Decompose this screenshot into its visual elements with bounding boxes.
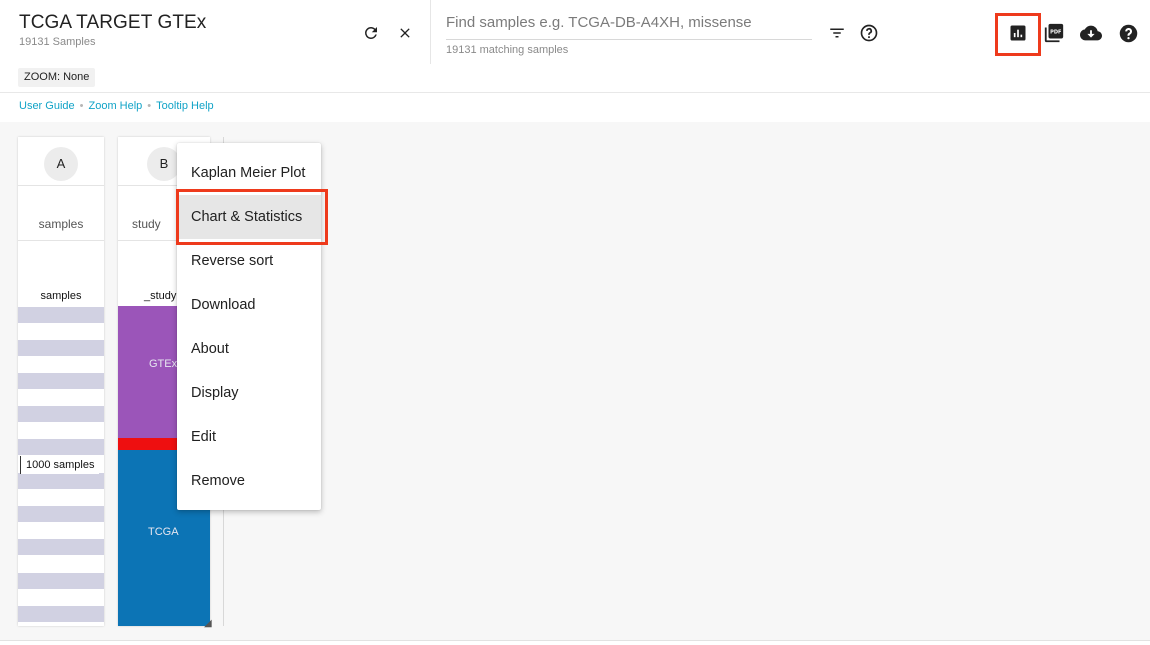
zoom-bar: ZOOM: None [0, 64, 1150, 93]
column-a[interactable]: A samples samples [18, 137, 104, 626]
menu-item-chart-statistics[interactable]: Chart & Statistics [177, 195, 321, 239]
refresh-icon[interactable] [360, 22, 382, 44]
column-subtitle: samples [40, 290, 82, 302]
sample-stripe[interactable] [18, 373, 104, 389]
help-links: User Guide • Zoom Help • Tooltip Help [19, 100, 214, 112]
menu-item-display[interactable]: Display [177, 371, 321, 415]
close-icon[interactable] [394, 22, 416, 44]
column-context-menu: Kaplan Meier Plot Chart & Statistics Rev… [177, 143, 321, 510]
column-letter: B [147, 147, 181, 181]
zoom-help-link[interactable]: Zoom Help [89, 100, 143, 112]
filter-icon[interactable] [826, 22, 848, 44]
menu-item-remove[interactable]: Remove [177, 459, 321, 503]
app-title: TCGA TARGET GTEx [19, 12, 207, 33]
menu-item-kaplan-meier-plot[interactable]: Kaplan Meier Plot [177, 151, 321, 195]
column-letter: A [44, 147, 78, 181]
column-divider [18, 240, 104, 241]
menu-item-download[interactable]: Download [177, 283, 321, 327]
svg-text:PDF: PDF [1050, 29, 1062, 35]
sample-count: 19131 Samples [19, 36, 96, 48]
sample-stripe[interactable] [18, 406, 104, 422]
sample-stripe[interactable] [18, 573, 104, 589]
sample-stripe[interactable] [18, 340, 104, 356]
cloud-download-icon[interactable] [1080, 22, 1102, 44]
segment-label: TCGA [148, 526, 179, 538]
search-input[interactable] [446, 12, 812, 40]
menu-item-reverse-sort[interactable]: Reverse sort [177, 239, 321, 283]
column-divider [18, 185, 104, 186]
link-separator: • [147, 100, 152, 112]
samples-tooltip: 1000 samples [20, 456, 99, 474]
menu-item-edit[interactable]: Edit [177, 415, 321, 459]
help-icon[interactable] [1117, 22, 1139, 44]
link-separator: • [79, 100, 84, 112]
menu-item-about[interactable]: About [177, 327, 321, 371]
bottom-divider [0, 640, 1150, 641]
sample-stripe[interactable] [18, 606, 104, 622]
column-title[interactable]: samples [18, 217, 104, 231]
sample-stripe[interactable] [18, 439, 104, 455]
resize-grip-icon[interactable]: ◢ [204, 618, 212, 629]
sample-stripe[interactable] [18, 307, 104, 323]
tooltip-help-link[interactable]: Tooltip Help [156, 100, 213, 112]
sample-stripe[interactable] [18, 473, 104, 489]
help-circle-icon[interactable] [858, 22, 880, 44]
pdf-icon[interactable]: PDF [1043, 22, 1065, 44]
header-divider [430, 0, 431, 64]
matching-samples-count: 19131 matching samples [446, 44, 569, 56]
chart-icon[interactable] [1007, 22, 1029, 44]
user-guide-link[interactable]: User Guide [19, 100, 75, 112]
zoom-chip: ZOOM: None [18, 68, 96, 87]
sample-stripe[interactable] [18, 506, 104, 522]
app-header: TCGA TARGET GTEx 19131 Samples 19131 mat… [0, 0, 1150, 64]
sample-stripe[interactable] [18, 539, 104, 555]
